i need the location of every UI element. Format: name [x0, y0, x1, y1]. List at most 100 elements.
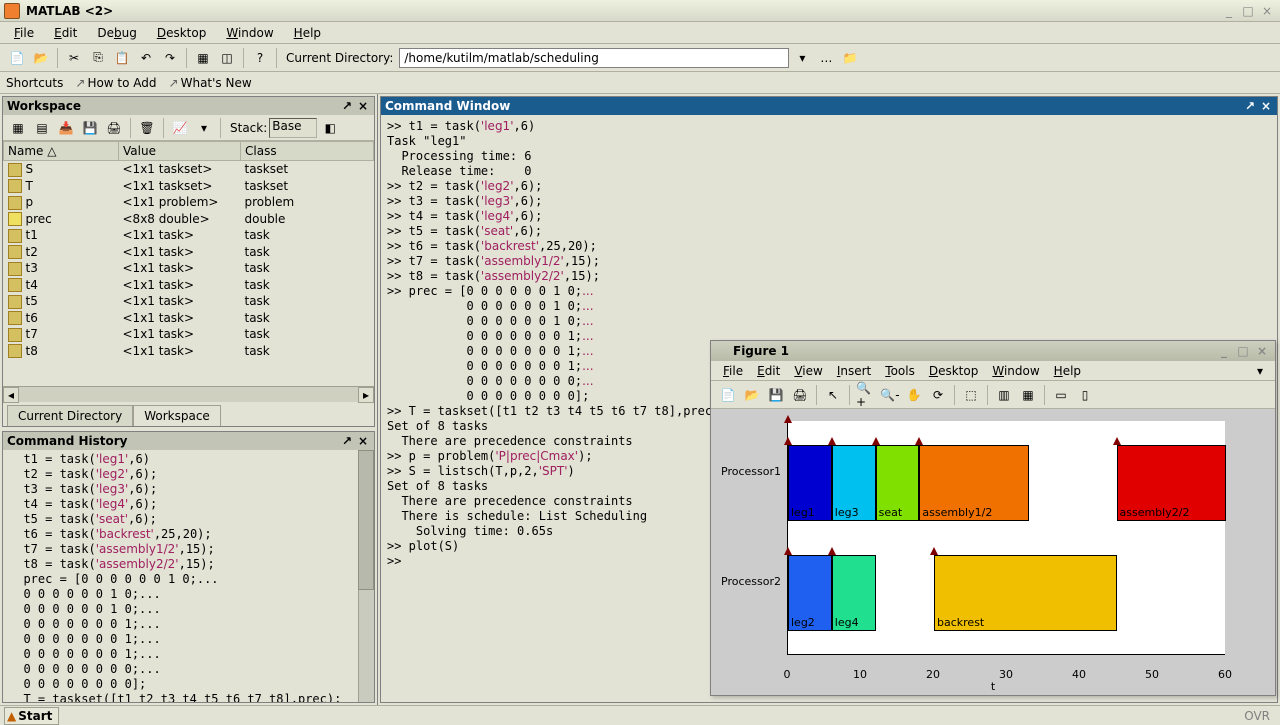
- menu-desktop[interactable]: Desktop: [149, 24, 215, 42]
- fig-rotate-icon[interactable]: ⟳: [927, 384, 949, 406]
- open-file-icon[interactable]: 📂: [30, 47, 52, 69]
- stack-button-icon[interactable]: ◧: [319, 117, 341, 139]
- fig-datacursor-icon[interactable]: ⬚: [960, 384, 982, 406]
- plot-dropdown-icon[interactable]: ▾: [193, 117, 215, 139]
- browse-dir-icon[interactable]: …: [815, 47, 837, 69]
- panel-close-icon[interactable]: ×: [1259, 99, 1273, 113]
- save-ws-icon[interactable]: 💾: [79, 117, 101, 139]
- dir-dropdown-icon[interactable]: ▾: [791, 47, 813, 69]
- fig-menu-view[interactable]: View: [788, 362, 828, 380]
- fig-open-icon[interactable]: 📂: [741, 384, 763, 406]
- workspace-row[interactable]: T<1x1 taskset>taskset: [4, 178, 374, 195]
- new-var-icon[interactable]: ▦: [7, 117, 29, 139]
- undo-icon[interactable]: ↶: [135, 47, 157, 69]
- undock-icon[interactable]: ↗: [340, 99, 354, 113]
- history-scroll-thumb[interactable]: [358, 450, 374, 590]
- scroll-left-icon[interactable]: ◂: [3, 387, 19, 403]
- workspace-table[interactable]: Name △ Value Class S<1x1 taskset>taskset…: [3, 141, 374, 386]
- panel-close-icon[interactable]: ×: [356, 434, 370, 448]
- undock-icon[interactable]: ↗: [340, 434, 354, 448]
- workspace-row[interactable]: t4<1x1 task>task: [4, 277, 374, 294]
- guide-icon[interactable]: ◫: [216, 47, 238, 69]
- fig-maximize-icon[interactable]: □: [1234, 343, 1252, 359]
- fig-legend-icon[interactable]: ▦: [1017, 384, 1039, 406]
- stack-select[interactable]: Base: [269, 118, 317, 138]
- workspace-row[interactable]: t8<1x1 task>task: [4, 343, 374, 360]
- gantt-task: assembly2/2: [1117, 445, 1227, 521]
- panel-close-icon[interactable]: ×: [356, 99, 370, 113]
- paste-icon[interactable]: 📋: [111, 47, 133, 69]
- plot-icon[interactable]: 📈: [169, 117, 191, 139]
- fig-menu-file[interactable]: File: [717, 362, 749, 380]
- start-button[interactable]: ▲Start: [4, 707, 59, 725]
- workspace-row[interactable]: t6<1x1 task>task: [4, 310, 374, 327]
- fig-menu-insert[interactable]: Insert: [831, 362, 877, 380]
- new-file-icon[interactable]: 📄: [6, 47, 28, 69]
- scroll-right-icon[interactable]: ▸: [358, 387, 374, 403]
- how-to-add-link[interactable]: ↗How to Add: [75, 76, 156, 90]
- maximize-icon[interactable]: □: [1239, 3, 1257, 19]
- figure-canvas[interactable]: Processor1 Processor2 leg1leg3seatassemb…: [711, 409, 1275, 695]
- variable-icon: [8, 196, 22, 210]
- help-icon[interactable]: ?: [249, 47, 271, 69]
- fig-print-icon[interactable]: 🖨: [789, 384, 811, 406]
- redo-icon[interactable]: ↷: [159, 47, 181, 69]
- workspace-row[interactable]: t1<1x1 task>task: [4, 227, 374, 244]
- workspace-row[interactable]: t2<1x1 task>task: [4, 244, 374, 261]
- copy-icon[interactable]: ⎘: [87, 47, 109, 69]
- simulink-icon[interactable]: ▦: [192, 47, 214, 69]
- fig-save-icon[interactable]: 💾: [765, 384, 787, 406]
- col-class[interactable]: Class: [241, 142, 374, 161]
- whats-new-link[interactable]: ↗What's New: [169, 76, 252, 90]
- fig-close-icon[interactable]: ×: [1253, 343, 1271, 359]
- release-arrow-icon: [915, 437, 923, 445]
- fig-menu-desktop[interactable]: Desktop: [923, 362, 985, 380]
- import-icon[interactable]: 📥: [55, 117, 77, 139]
- fig-pan-icon[interactable]: ✋: [903, 384, 925, 406]
- fig-zoom-out-icon[interactable]: 🔍-: [879, 384, 901, 406]
- fig-zoom-in-icon[interactable]: 🔍+: [855, 384, 877, 406]
- workspace-row[interactable]: S<1x1 taskset>taskset: [4, 161, 374, 178]
- cut-icon[interactable]: ✂: [63, 47, 85, 69]
- fig-menu-help[interactable]: Help: [1048, 362, 1087, 380]
- tab-current-directory[interactable]: Current Directory: [7, 405, 133, 426]
- tab-workspace[interactable]: Workspace: [133, 405, 221, 426]
- gantt-task: leg3: [832, 445, 876, 521]
- open-var-icon[interactable]: ▤: [31, 117, 53, 139]
- menu-edit[interactable]: Edit: [46, 24, 85, 42]
- fig-minimize-icon[interactable]: _: [1215, 343, 1233, 359]
- col-value[interactable]: Value: [119, 142, 241, 161]
- workspace-row[interactable]: prec<8x8 double>double: [4, 211, 374, 228]
- fig-menu-tools[interactable]: Tools: [879, 362, 921, 380]
- menu-help[interactable]: Help: [286, 24, 329, 42]
- menu-window[interactable]: Window: [218, 24, 281, 42]
- fig-show-plot-tools-icon[interactable]: ▯: [1074, 384, 1096, 406]
- workspace-row[interactable]: p<1x1 problem>problem: [4, 194, 374, 211]
- fig-colorbar-icon[interactable]: ▥: [993, 384, 1015, 406]
- minimize-icon[interactable]: _: [1220, 3, 1238, 19]
- fig-menu-edit[interactable]: Edit: [751, 362, 786, 380]
- workspace-row[interactable]: t5<1x1 task>task: [4, 293, 374, 310]
- figure-title-bar[interactable]: Figure 1 _ □ ×: [711, 341, 1275, 361]
- workspace-hscroll[interactable]: ◂ ▸: [3, 386, 374, 402]
- command-history-body[interactable]: t1 = task('leg1',6) t2 = task('leg2',6);…: [3, 450, 374, 702]
- fig-pointer-icon[interactable]: ↖: [822, 384, 844, 406]
- menu-file[interactable]: File: [6, 24, 42, 42]
- fig-hide-plot-tools-icon[interactable]: ▭: [1050, 384, 1072, 406]
- col-name[interactable]: Name △: [4, 142, 119, 161]
- current-directory-input[interactable]: [399, 48, 789, 68]
- close-icon[interactable]: ×: [1258, 3, 1276, 19]
- variable-icon: [8, 328, 22, 342]
- fig-toolbar-toggle-icon[interactable]: ▾: [1251, 362, 1269, 380]
- workspace-row[interactable]: t7<1x1 task>task: [4, 326, 374, 343]
- workspace-row[interactable]: t3<1x1 task>task: [4, 260, 374, 277]
- parent-dir-icon[interactable]: 📁: [839, 47, 861, 69]
- release-arrow-icon: [930, 547, 938, 555]
- delete-var-icon[interactable]: 🗑: [136, 117, 158, 139]
- menu-debug[interactable]: Debug: [89, 24, 144, 42]
- current-directory-label: Current Directory:: [286, 51, 393, 65]
- fig-menu-window[interactable]: Window: [986, 362, 1045, 380]
- print-icon[interactable]: 🖨: [103, 117, 125, 139]
- undock-icon[interactable]: ↗: [1243, 99, 1257, 113]
- fig-new-icon[interactable]: 📄: [717, 384, 739, 406]
